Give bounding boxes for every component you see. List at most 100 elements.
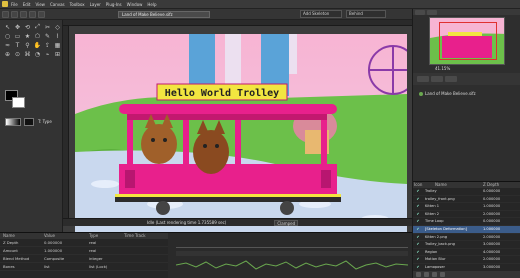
tool-button[interactable]: ⬠ — [33, 32, 42, 40]
blend-method-select[interactable]: Behind — [346, 10, 386, 18]
tool-button[interactable]: ≈ — [3, 41, 12, 49]
tool-button[interactable]: ⌇ — [53, 32, 62, 40]
tool-button[interactable]: ⊙ — [13, 50, 22, 58]
tool-button[interactable]: ⊕ — [3, 50, 12, 58]
redo-icon[interactable] — [38, 10, 45, 18]
tool-button[interactable]: ⌘ — [23, 50, 32, 58]
tool-button[interactable]: ↖ — [3, 23, 12, 31]
menu-plugins[interactable]: Plug-Ins — [106, 2, 122, 7]
layer-row[interactable]: ✔ Trolley_back.png 3.000000 — [413, 241, 520, 249]
layer-row[interactable]: ✔ Motion Blur 2.000000 — [413, 256, 520, 264]
tool-button[interactable]: ▭ — [13, 32, 22, 40]
layer-visibility-checkbox[interactable]: ✔ — [413, 196, 423, 203]
param-value[interactable]: Composite — [42, 255, 87, 262]
menu-edit[interactable]: Edit — [23, 2, 31, 7]
layer-row[interactable]: ✔ trolley_front.png 0.000000 — [413, 196, 520, 204]
library-tab[interactable] — [431, 76, 443, 82]
layer-visibility-checkbox[interactable]: ✔ — [413, 234, 423, 241]
navigator-preview[interactable] — [429, 17, 505, 65]
param-timetrack — [122, 239, 168, 246]
clamped-select[interactable]: Clamped — [274, 219, 299, 226]
tool-button[interactable]: ⚲ — [23, 41, 32, 49]
layer-visibility-checkbox[interactable]: ✔ — [413, 264, 423, 271]
canvas-browser-item[interactable]: Land of Make Believe.sifz — [419, 91, 476, 96]
menu-layer[interactable]: Layer — [90, 2, 101, 7]
param-value[interactable]: 1.000000 — [42, 247, 87, 254]
tool-button[interactable]: ◇ — [53, 23, 62, 31]
menu-view[interactable]: View — [35, 2, 45, 7]
delete-layer-icon[interactable] — [440, 272, 445, 277]
layer-row[interactable]: ✔ Time Loop 0.000000 — [413, 218, 520, 226]
canvas-scene[interactable]: Hello World Trolley — [75, 34, 407, 234]
menu-canvas[interactable]: Canvas — [50, 2, 65, 7]
time-ruler[interactable] — [176, 242, 408, 248]
layer-row[interactable]: ✔ Kitten 2.png 2.000000 — [413, 234, 520, 242]
layer-visibility-checkbox[interactable]: ✔ — [413, 203, 423, 210]
tool-button[interactable]: ⌁ — [43, 50, 52, 58]
layer-visibility-checkbox[interactable]: ✔ — [413, 188, 423, 195]
menu-file[interactable]: File — [11, 2, 18, 7]
param-value[interactable]: list — [42, 263, 87, 270]
tool-button[interactable]: ✂ — [43, 23, 52, 31]
new-file-icon[interactable] — [2, 10, 9, 18]
menu-window[interactable]: Window — [127, 2, 143, 7]
layer-visibility-checkbox[interactable]: ✔ — [413, 226, 423, 233]
duplicate-layer-icon[interactable] — [432, 272, 437, 277]
layer-row[interactable]: ✔ Region 4.000000 — [413, 249, 520, 257]
navigator-view-frame[interactable] — [439, 22, 497, 60]
layer-name: Motion Blur — [425, 257, 446, 262]
layer-name: [Skeleton Deformation] — [425, 226, 467, 231]
layer-visibility-checkbox[interactable]: ✔ — [413, 241, 423, 248]
param-row[interactable]: Blend Method Composite integer — [0, 255, 168, 263]
undo-icon[interactable] — [29, 10, 36, 18]
tool-button[interactable]: ⟲ — [23, 23, 32, 31]
layer-row[interactable]: ✔ Kitten 2 2.000000 — [413, 211, 520, 219]
text-type-label: T: Type — [38, 119, 52, 124]
param-name: Bones — [3, 264, 15, 269]
lower-layer-icon[interactable] — [424, 272, 429, 277]
open-file-icon[interactable] — [11, 10, 18, 18]
tool-button[interactable]: ✎ — [43, 32, 52, 40]
menu-toolbox[interactable]: Toolbox — [70, 2, 85, 7]
layer-visibility-checkbox[interactable]: ✔ — [413, 218, 423, 225]
time-track[interactable] — [176, 251, 408, 256]
layer-visibility-checkbox[interactable]: ✔ — [413, 256, 423, 263]
tool-button[interactable]: ▦ — [53, 41, 62, 49]
canvas-browser-tab[interactable] — [417, 76, 429, 82]
layer-row[interactable]: ✔ [Skeleton Deformation] 1.000000 — [413, 225, 520, 234]
toolbox-panel: ↖ ✥ ⟲ ⤢ ✂ ◇ ○ ▭ ★ ⬠ ✎ ⌇ ≈ T ⚲ ✋ ⇪ ▦ ⊕ ⊙ ⌘ ◔ ⌁ ⊞ T: Type — [0, 20, 63, 232]
menu-help[interactable]: Help — [147, 2, 156, 7]
tool-button[interactable]: ○ — [3, 32, 12, 40]
skeleton-mode-select[interactable]: Add Skeleton — [300, 10, 342, 18]
raise-layer-icon[interactable] — [416, 272, 421, 277]
layer-row[interactable]: ✔ Kitten 1 1.000000 — [413, 203, 520, 211]
layers-panel: Icon Name Z Depth ✔ Trolley 0.000000 ✔ troll… — [413, 181, 520, 278]
param-type: integer — [89, 256, 103, 261]
keyframes-tab[interactable] — [445, 76, 457, 82]
tool-button[interactable]: ✥ — [13, 23, 22, 31]
brush-size-widget[interactable] — [24, 118, 34, 126]
param-row[interactable]: Amount 1.000000 real — [0, 247, 168, 255]
param-row[interactable]: Z Depth 0.000000 real — [0, 239, 168, 247]
tool-button[interactable]: ⤢ — [33, 23, 42, 31]
document-tab[interactable]: Land of Make Believe.sifz — [118, 11, 210, 18]
tool-button[interactable]: T — [13, 41, 22, 49]
info-tab[interactable] — [427, 10, 437, 15]
save-file-icon[interactable] — [20, 10, 27, 18]
layer-zdepth: 1.000000 — [483, 226, 501, 231]
tool-button[interactable]: ⊞ — [53, 50, 62, 58]
fill-color-swatch[interactable] — [12, 97, 25, 108]
params-panel: Name Value Type Time Track Z Depth 0.0000… — [0, 232, 168, 278]
layer-visibility-checkbox[interactable]: ✔ — [413, 249, 423, 256]
tool-button[interactable]: ⇪ — [43, 41, 52, 49]
param-value[interactable]: 0.000000 — [42, 239, 87, 246]
tool-button[interactable]: ✋ — [33, 41, 42, 49]
layer-zdepth: 0.000000 — [483, 189, 501, 193]
tool-button[interactable]: ★ — [23, 32, 32, 40]
navigator-tab[interactable] — [415, 10, 425, 15]
tool-button[interactable]: ◔ — [33, 50, 42, 58]
layer-row[interactable]: ✔ Trolley 0.000000 — [413, 188, 520, 196]
param-row[interactable]: Bones list list (Lock) — [0, 263, 168, 271]
gradient-swatch[interactable] — [5, 118, 21, 126]
layer-visibility-checkbox[interactable]: ✔ — [413, 211, 423, 218]
